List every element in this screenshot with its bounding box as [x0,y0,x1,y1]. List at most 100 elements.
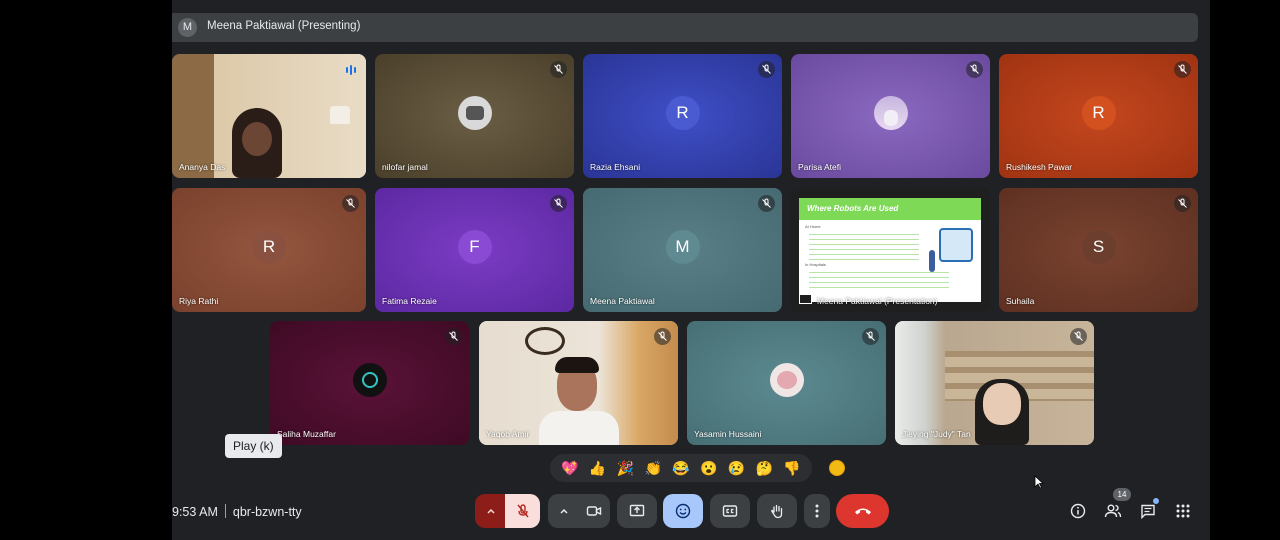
reaction-clap[interactable]: 👏 [643,460,663,477]
reactions-bar: 💖 👍 🎉 👏 😂 😮 😢 🤔 👎 [550,454,812,482]
participant-tile[interactable]: R Riya Rathi [172,188,366,312]
profile-photo [873,96,908,130]
captions-button[interactable] [710,494,750,528]
mouse-cursor-icon [1034,475,1044,489]
window-edge [1210,0,1280,540]
raise-hand-button[interactable] [757,494,797,528]
slide: Where Robots Are Used At Home In Hospita… [799,198,981,302]
presenting-banner: M Meena Paktiawal (Presenting) [172,13,1198,42]
video-options-button[interactable] [548,494,580,528]
chevron-up-icon [487,508,495,514]
mic-off-icon [1174,195,1191,212]
participant-initial: M [665,230,700,264]
participant-tile[interactable]: Jieying "Judy" Tan [895,321,1094,445]
participant-name: Razia Ehsani [590,162,641,172]
meeting-time: 9:53 AM [172,505,218,519]
slide-title: Where Robots Are Used [799,198,981,220]
chat-icon [1141,504,1155,519]
speaking-indicator [342,61,359,78]
audio-options-button[interactable] [475,494,507,528]
participant-name: Yaqob Amir [486,429,530,439]
participant-name: Yasamin Hussaini [694,429,762,439]
robot-illustration [939,228,973,262]
lamp [330,106,350,124]
reaction-sad[interactable]: 😢 [726,460,746,477]
play-tooltip: Play (k) [225,434,282,458]
mic-off-icon [654,328,671,345]
more-options-button[interactable] [804,494,830,528]
present-screen-button[interactable] [617,494,657,528]
participant-initial: S [1081,230,1116,264]
participant-name: Parisa Atefi [798,162,841,172]
mic-toggle-button[interactable] [505,494,540,528]
participant-name: Suhaila [1006,296,1035,306]
participant-name: Jieying "Judy" Tan [902,429,971,439]
participant-tile[interactable]: R Razia Ehsani [583,54,782,178]
participant-tile[interactable]: R Rushikesh Pawar [999,54,1198,178]
participant-name: Meena Paktiawal (Presentation) [817,296,938,306]
people-icon [1104,504,1122,518]
divider [224,504,226,518]
present-icon [799,294,812,304]
captions-icon [722,505,738,517]
meeting-stage: M Meena Paktiawal (Presenting) Ananya Da… [172,0,1210,540]
mic-off-icon [758,61,775,78]
chevron-up-icon [560,508,568,514]
info-icon [1070,503,1086,519]
participant-name: Fatima Rezaie [382,296,437,306]
activities-button[interactable] [1171,499,1195,523]
reaction-thumbs-up[interactable]: 👍 [588,460,608,477]
meeting-code: qbr-bzwn-tty [232,505,302,519]
participant-tile[interactable]: S Suhaila [999,188,1198,312]
person-silhouette [539,411,619,445]
mic-off-icon [1174,61,1191,78]
skin-tone-button[interactable] [829,460,845,476]
participant-name: Rushikesh Pawar [1006,162,1073,172]
slide-section-2: In Hospitals [805,262,826,267]
reaction-heart[interactable]: 💖 [560,460,580,477]
participant-tile[interactable]: Yasamin Hussaini [687,321,886,445]
participant-tile[interactable]: Parisa Atefi [791,54,990,178]
participant-tile[interactable]: M Meena Paktiawal [583,188,782,312]
participant-tile[interactable]: Saliha Muzaffar [270,321,469,445]
leave-call-button[interactable] [836,494,889,528]
hair [555,357,599,373]
profile-photo [769,363,804,397]
mic-off-icon [342,195,359,212]
people-button[interactable] [1101,499,1125,523]
mic-off-icon [445,328,462,345]
participant-initial: R [665,96,700,130]
camera-toggle-button[interactable] [578,494,610,528]
meeting-info: 9:53 AM qbr-bzwn-tty [172,504,302,519]
reaction-thumbs-down[interactable]: 👎 [782,460,802,477]
presentation-tile[interactable]: Where Robots Are Used At Home In Hospita… [791,188,990,312]
participant-tile[interactable]: nilofar jamal [375,54,574,178]
present-icon [629,504,645,517]
meeting-details-button[interactable] [1066,499,1090,523]
mic-off-icon [966,61,983,78]
reaction-surprised[interactable]: 😮 [699,460,719,477]
participant-name: Riya Rathi [179,296,219,306]
emoji-icon [675,503,691,519]
mic-off-icon [516,504,529,518]
hand-icon [771,504,783,519]
participant-name: Saliha Muzaffar [277,429,336,439]
reactions-button[interactable] [663,494,703,528]
reaction-party[interactable]: 🎉 [615,460,635,477]
reaction-laugh[interactable]: 😂 [671,460,691,477]
camera-icon [586,506,602,516]
participant-tile[interactable]: Ananya Das [172,54,366,178]
participant-name: Meena Paktiawal [590,296,655,306]
reaction-thinking[interactable]: 🤔 [754,460,774,477]
participant-initial: F [457,230,492,264]
participant-tile[interactable]: Yaqob Amir [479,321,678,445]
mic-off-icon [550,195,567,212]
participant-initial: R [1081,96,1116,130]
participant-name: Ananya Das [179,162,226,172]
call-end-icon [854,508,871,515]
slide-text-lines [809,230,919,260]
presenter-avatar: M [178,18,197,37]
participant-tile[interactable]: F Fatima Rezaie [375,188,574,312]
mic-off-icon [550,61,567,78]
profile-photo [457,96,492,130]
